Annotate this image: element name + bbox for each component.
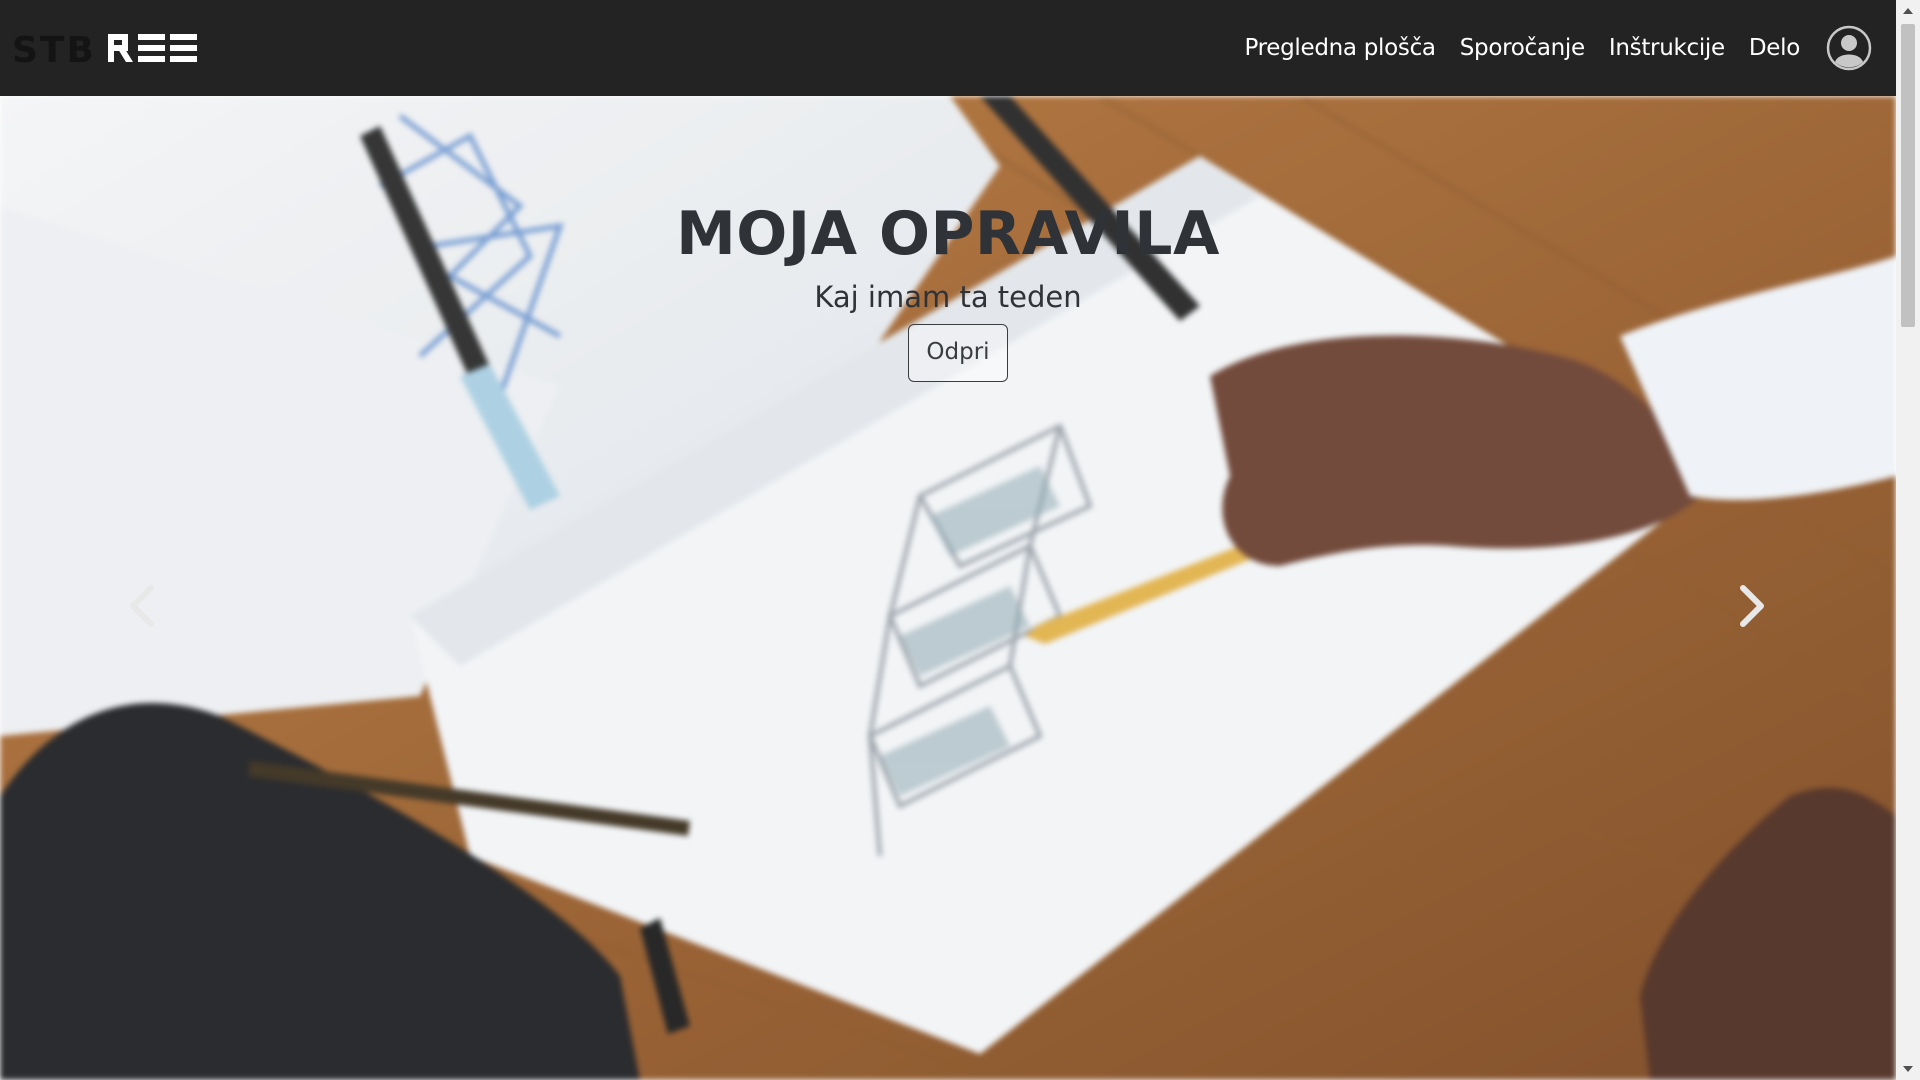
hero-caption: MOJA OPRAVILA Kaj imam ta teden Odpri xyxy=(0,204,1896,382)
hero-carousel: MOJA OPRAVILA Kaj imam ta teden Odpri xyxy=(0,96,1896,1080)
svg-text:STB: STB xyxy=(12,31,96,65)
scrollbar-thumb[interactable] xyxy=(1901,24,1915,327)
chevron-right-icon xyxy=(1740,585,1764,627)
chevron-left-icon xyxy=(130,585,154,627)
nav-item-tutoring[interactable]: Inštrukcije xyxy=(1609,35,1725,61)
carousel-next-button[interactable] xyxy=(1722,566,1782,646)
nav-item-messaging[interactable]: Sporočanje xyxy=(1460,35,1585,61)
user-circle-icon[interactable] xyxy=(1826,25,1872,71)
nav-links: Pregledna plošča Sporočanje Inštrukcije … xyxy=(1220,25,1872,71)
page-scrollbar[interactable] xyxy=(1896,0,1920,1080)
brand-logo[interactable]: STB xyxy=(12,0,202,96)
hero-title: MOJA OPRAVILA xyxy=(676,199,1220,269)
logo-icon: STB xyxy=(12,31,197,65)
top-navbar: STB Pregledna plošča Sporočanje Inštrukc… xyxy=(0,0,1896,96)
scroll-down-arrow-icon[interactable] xyxy=(1896,1058,1920,1080)
nav-item-work[interactable]: Delo xyxy=(1749,35,1800,61)
hero-subtitle: Kaj imam ta teden xyxy=(814,280,1082,314)
nav-item-dashboard[interactable]: Pregledna plošča xyxy=(1244,35,1436,61)
carousel-prev-button[interactable] xyxy=(112,566,172,646)
open-button[interactable]: Odpri xyxy=(908,323,1008,382)
scroll-up-arrow-icon[interactable] xyxy=(1896,0,1920,22)
